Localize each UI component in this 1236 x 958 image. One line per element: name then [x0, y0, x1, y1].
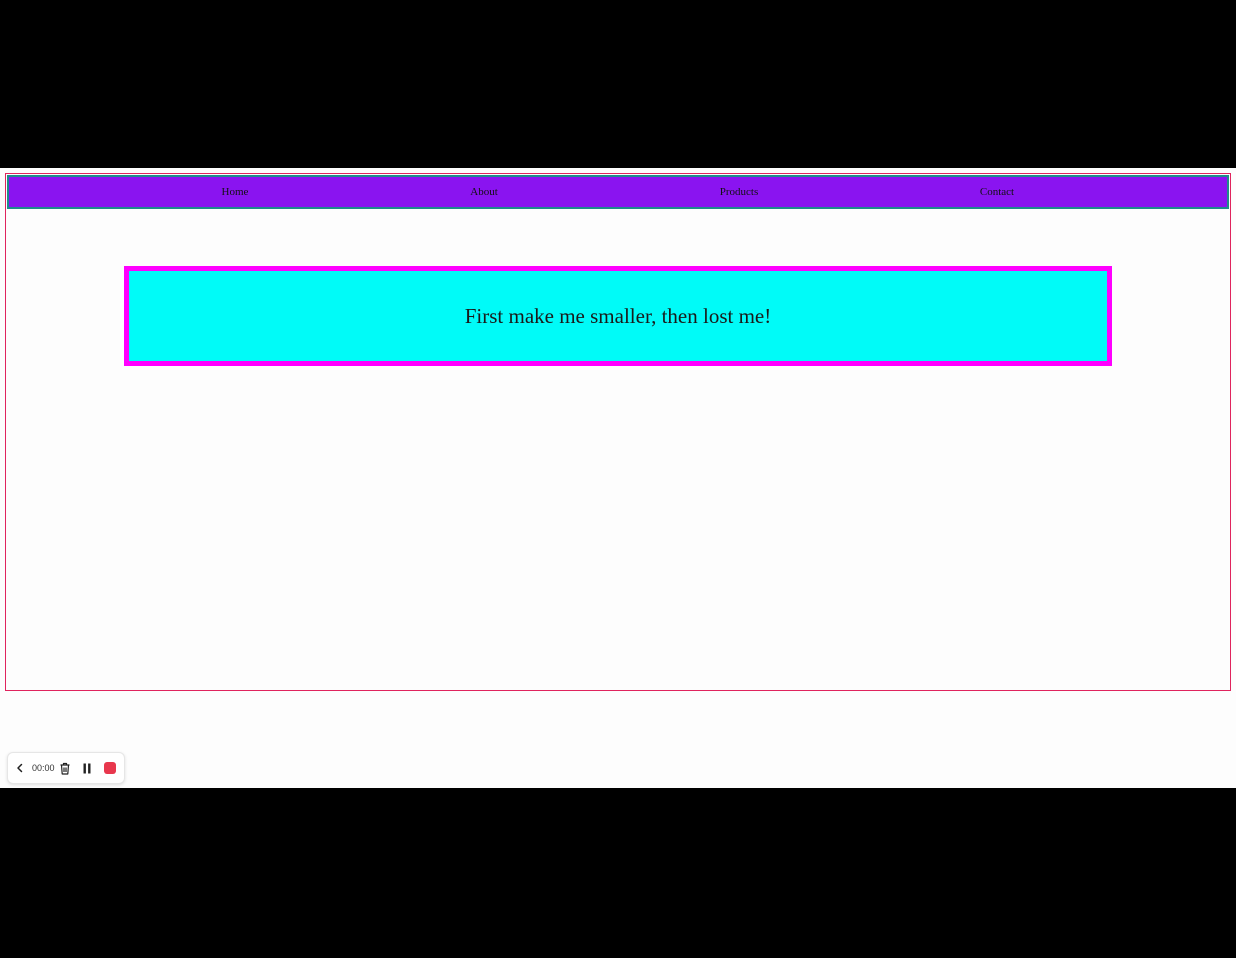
nav-item-products[interactable]: Products [720, 177, 759, 207]
page-frame: Home About Products Contact First make m… [5, 173, 1231, 691]
nav-item-about[interactable]: About [470, 177, 498, 207]
nav-item-contact[interactable]: Contact [980, 177, 1014, 207]
stop-square [104, 762, 116, 774]
stop-icon[interactable] [98, 753, 122, 783]
chevron-left-icon[interactable] [8, 753, 32, 783]
letterbox-top [0, 0, 1236, 168]
banner-text: First make me smaller, then lost me! [464, 303, 772, 328]
letterbox-bottom [0, 788, 1236, 958]
trash-icon[interactable] [54, 753, 76, 783]
banner-box: First make me smaller, then lost me! [124, 266, 1112, 366]
browser-viewport: Home About Products Contact First make m… [0, 168, 1236, 788]
navbar: Home About Products Contact [7, 175, 1229, 209]
nav-item-home[interactable]: Home [222, 177, 249, 207]
pause-icon[interactable] [76, 753, 98, 783]
recording-time: 00:00 [32, 763, 55, 773]
recorder-toolbar: 00:00 [7, 752, 125, 784]
